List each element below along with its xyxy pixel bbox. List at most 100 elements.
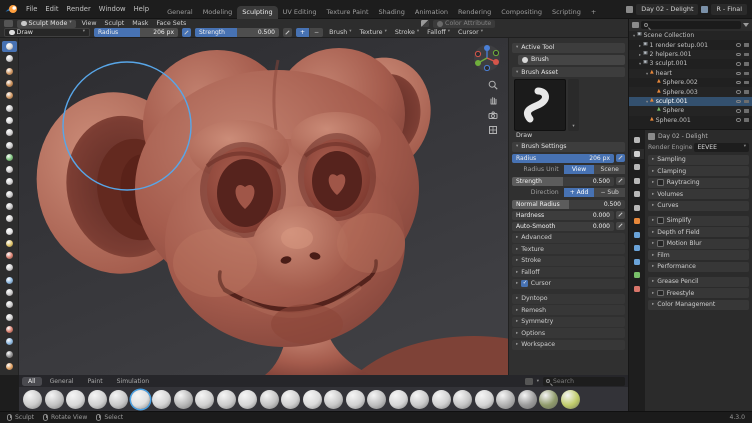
workspace-tab[interactable]: Rendering [453,6,496,19]
hide-viewport-icon[interactable] [736,62,741,66]
shelf-options-icon[interactable]: ▾ [535,379,541,384]
hardness-pressure-icon[interactable] [616,211,625,220]
properties-tab[interactable] [631,257,644,267]
sculpt-tool-button[interactable] [2,176,17,187]
header-menu-item[interactable]: Mask [130,20,150,27]
brush-thumbnail[interactable] [217,390,236,409]
shelf-tab[interactable]: General [44,377,80,386]
section-checkbox[interactable] [657,290,664,297]
sculpt-tool-button[interactable] [2,213,17,224]
sidebar-section[interactable]: ▸ Symmetry [512,317,625,327]
sidebar-section[interactable]: ▸ Cursor [512,279,625,289]
header-dropdown[interactable]: Stroke▾ [393,29,421,36]
disable-render-icon[interactable] [744,100,749,104]
outliner-row[interactable]: ▲ Sphere.002 [629,78,752,87]
workspace-tab[interactable]: Texture Paint [322,6,374,19]
sculpt-tool-button[interactable] [2,275,17,286]
workspace-tab[interactable]: Compositing [496,6,547,19]
brush-thumbnail[interactable] [88,390,107,409]
brush-thumbnail[interactable] [518,390,537,409]
workspace-tab[interactable]: + [586,6,601,19]
sculpt-tool-button[interactable] [2,238,17,249]
brush-thumbnail[interactable] [23,390,42,409]
disable-render-icon[interactable] [744,53,749,57]
sculpt-tool-button[interactable] [2,115,17,126]
brush-thumbnail[interactable] [496,390,515,409]
brush-thumbnail[interactable] [281,390,300,409]
add-direction-button[interactable]: + [296,28,309,37]
section-checkbox[interactable] [657,179,664,186]
sculpt-tool-button[interactable] [2,312,17,323]
hide-viewport-icon[interactable] [736,109,741,113]
brush-thumbnail[interactable] [238,390,257,409]
properties-tab[interactable] [631,270,644,280]
sidebar-section[interactable]: ▸ Stroke [512,256,625,266]
radius-unit-scene-button[interactable]: Scene [594,165,625,174]
auto-smooth-pressure-icon[interactable] [616,222,625,231]
outliner-row[interactable]: ▾ ▲ sculpt.001 [629,97,752,106]
properties-section[interactable]: ▸ Performance [648,262,749,272]
hide-viewport-icon[interactable] [736,118,741,122]
brush-asset-panel-header[interactable]: ▾Brush Asset [512,67,625,77]
sculpt-tool-button[interactable] [2,225,17,236]
properties-section[interactable]: ▸ Raytracing [648,178,749,188]
sidebar-section[interactable]: ▸ Options [512,328,625,338]
brush-preview-expand-button[interactable]: ▾ [568,79,579,131]
workspace-tab[interactable]: Modeling [198,6,238,19]
app-menu-item[interactable]: Render [63,4,95,14]
sculpt-tool-button[interactable] [2,201,17,212]
sculpt-tool-button[interactable] [2,262,17,273]
sculpt-tool-button[interactable] [2,164,17,175]
brush-thumbnail[interactable] [109,390,128,409]
properties-tab[interactable] [631,176,644,186]
sculpt-tool-button[interactable] [2,90,17,101]
properties-section[interactable]: ▸ Clamping [648,166,749,176]
properties-tab[interactable] [631,162,644,172]
section-checkbox[interactable] [521,280,528,287]
disable-render-icon[interactable] [744,109,749,113]
brush-thumbnail[interactable] [174,390,193,409]
properties-tab[interactable] [631,284,644,294]
properties-section[interactable]: ▸ Motion Blur [648,239,749,249]
strength-pressure-icon[interactable] [616,177,625,186]
brush-thumbnail[interactable] [45,390,64,409]
properties-section[interactable]: ▸ Curves [648,201,749,211]
sculpt-tool-button[interactable] [2,324,17,335]
properties-tab[interactable] [631,230,644,240]
sculpt-tool-button[interactable] [2,127,17,138]
app-menu-item[interactable]: Help [130,4,154,14]
sculpt-tool-button[interactable] [2,189,17,200]
brush-thumbnail[interactable] [389,390,408,409]
header-dropdown[interactable]: Brush▾ [327,29,353,36]
radius-slider[interactable]: Radius206 px [94,28,178,37]
brush-thumbnail[interactable] [152,390,171,409]
outliner-row[interactable]: ▸ ▣ 1 render setup.001 [629,40,752,49]
properties-tab[interactable] [631,216,644,226]
filter-icon[interactable] [743,23,749,27]
active-tool-brush[interactable]: Brush [518,55,625,65]
workspace-tab[interactable]: Animation [410,6,453,19]
sculpt-tool-button[interactable] [2,287,17,298]
outliner-row[interactable]: ▲ Sphere [629,106,752,115]
blender-logo-icon[interactable] [5,4,18,14]
sub-direction-button[interactable]: − [309,28,323,37]
brush-thumbnail[interactable] [131,390,150,409]
outliner-row[interactable]: ▲ Sphere.003 [629,87,752,96]
sculpt-tool-button[interactable] [2,78,17,89]
radius-pressure-icon[interactable] [616,154,625,163]
mode-selector[interactable]: Sculpt Mode▾ [17,20,76,28]
workspace-tab[interactable]: Sculpting [237,6,277,19]
outliner-row[interactable]: ▲ Sphere.001 [629,116,752,125]
disable-render-icon[interactable] [744,118,749,122]
header-dropdown[interactable]: Texture▾ [358,29,389,36]
hide-viewport-icon[interactable] [736,53,741,57]
sculpt-tool-button[interactable] [2,66,17,77]
viewport-3d[interactable] [19,38,508,375]
zoom-icon[interactable] [488,80,498,90]
hide-viewport-icon[interactable] [736,81,741,85]
sculpt-tool-button[interactable] [2,53,17,64]
hide-viewport-icon[interactable] [736,100,741,104]
sidebar-section[interactable]: ▸ Workspace [512,340,625,350]
properties-tab[interactable] [631,135,644,145]
properties-tab[interactable] [631,203,644,213]
